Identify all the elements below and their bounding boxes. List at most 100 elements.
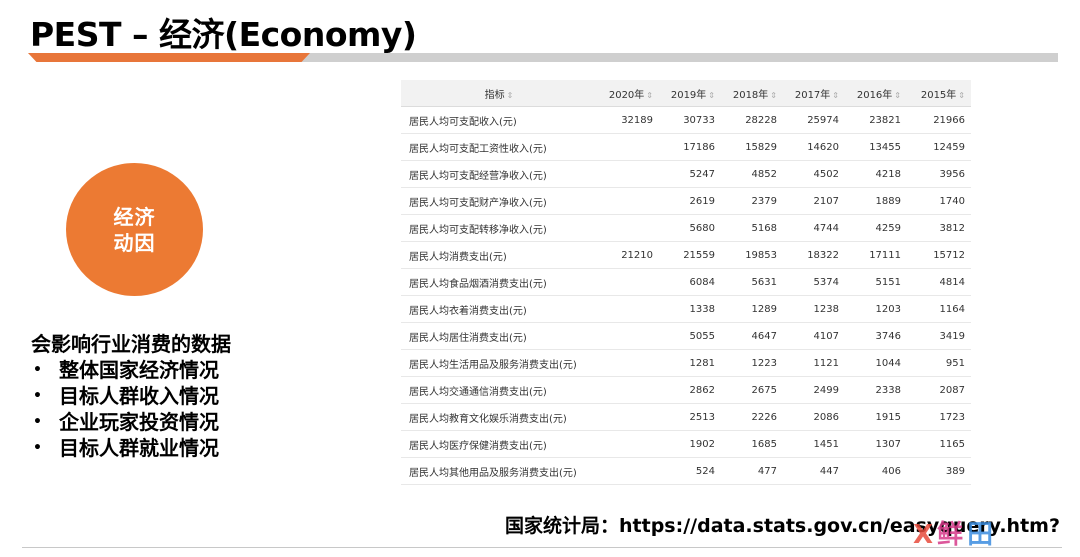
- row-value: 17111: [845, 241, 907, 269]
- row-value: 3956: [907, 160, 971, 188]
- row-value: 21966: [907, 106, 971, 134]
- bullet-icon: •: [33, 388, 42, 404]
- row-value: 5631: [721, 268, 783, 296]
- row-indicator: 居民人均食品烟酒消费支出(元): [401, 268, 597, 296]
- row-value: 4744: [783, 214, 845, 242]
- logo-text-1: 鲜: [937, 520, 964, 550]
- row-value: 12459: [907, 133, 971, 161]
- row-indicator: 居民人均交通通信消费支出(元): [401, 376, 597, 404]
- row-indicator: 居民人均教育文化娱乐消费支出(元): [401, 403, 597, 431]
- row-value: [597, 268, 659, 296]
- row-value: 5680: [659, 214, 721, 242]
- row-indicator: 居民人均其他用品及服务消费支出(元): [401, 457, 597, 485]
- point-text: 目标人群就业情况: [59, 436, 219, 460]
- sort-icon: ⇕: [646, 90, 653, 100]
- watermark-logo: X 鲜 田: [913, 518, 1063, 552]
- table-row: 居民人均其他用品及服务消费支出(元) 524 477 447 406 389: [401, 457, 971, 485]
- column-header-2015[interactable]: 2015年 ⇕: [907, 80, 971, 107]
- column-header-2020[interactable]: 2020年 ⇕: [597, 80, 659, 107]
- row-value: 1338: [659, 295, 721, 323]
- row-value: 1238: [783, 295, 845, 323]
- table-row: 居民人均可支配转移净收入(元) 5680 5168 4744 4259 3812: [401, 214, 971, 242]
- table-row: 居民人均医疗保健消费支出(元) 1902 1685 1451 1307 1165: [401, 430, 971, 458]
- row-value: 1740: [907, 187, 971, 215]
- row-value: 21559: [659, 241, 721, 269]
- row-value: 1723: [907, 403, 971, 431]
- row-value: 2513: [659, 403, 721, 431]
- row-value: 30733: [659, 106, 721, 134]
- row-value: 3419: [907, 322, 971, 350]
- row-indicator: 居民人均可支配财产净收入(元): [401, 187, 597, 215]
- row-value: 2226: [721, 403, 783, 431]
- row-indicator: 居民人均居住消费支出(元): [401, 322, 597, 350]
- row-value: 2862: [659, 376, 721, 404]
- table-row: 居民人均食品烟酒消费支出(元) 6084 5631 5374 5151 4814: [401, 268, 971, 296]
- row-value: 1203: [845, 295, 907, 323]
- table-row: 居民人均消费支出(元) 21210 21559 19853 18322 17111 1571…: [401, 241, 971, 269]
- row-value: 3812: [907, 214, 971, 242]
- sort-icon: ⇕: [832, 90, 839, 100]
- row-value: 6084: [659, 268, 721, 296]
- sort-icon: ⇕: [708, 90, 715, 100]
- row-value: 4259: [845, 214, 907, 242]
- table-header: 指标 ⇕ 2020年 ⇕ 2019年 ⇕ 2018年 ⇕ 2017年 ⇕ 2016年 ⇕ 2…: [401, 80, 971, 107]
- table-row: 居民人均居住消费支出(元) 5055 4647 4107 3746 3419: [401, 322, 971, 350]
- row-indicator: 居民人均可支配经营净收入(元): [401, 160, 597, 188]
- row-value: 4814: [907, 268, 971, 296]
- row-value: 5055: [659, 322, 721, 350]
- row-value: 1307: [845, 430, 907, 458]
- row-value: [597, 295, 659, 323]
- row-value: 1915: [845, 403, 907, 431]
- column-header-2018[interactable]: 2018年 ⇕: [721, 80, 783, 107]
- row-value: [597, 349, 659, 377]
- point-item: • 目标人群就业情况: [31, 435, 361, 461]
- logo-mark: X: [913, 520, 934, 550]
- row-value: [597, 376, 659, 404]
- footer-divider: [22, 547, 1062, 548]
- row-value: 1451: [783, 430, 845, 458]
- row-indicator: 居民人均医疗保健消费支出(元): [401, 430, 597, 458]
- row-value: 2086: [783, 403, 845, 431]
- point-text: 目标人群收入情况: [59, 384, 219, 408]
- column-header-2016[interactable]: 2016年 ⇕: [845, 80, 907, 107]
- row-value: [597, 457, 659, 485]
- point-text: 企业玩家投资情况: [59, 410, 219, 434]
- economy-data-table: 指标 ⇕ 2020年 ⇕ 2019年 ⇕ 2018年 ⇕ 2017年 ⇕ 2016年 ⇕ 2…: [401, 80, 971, 485]
- table-row: 居民人均可支配工资性收入(元) 17186 15829 14620 13455 12459: [401, 133, 971, 161]
- sort-icon: ⇕: [958, 90, 965, 100]
- source-label: 国家统计局：: [505, 515, 620, 537]
- column-header-indicator[interactable]: 指标 ⇕: [401, 80, 597, 107]
- header-row: 指标 ⇕ 2020年 ⇕ 2019年 ⇕ 2018年 ⇕ 2017年 ⇕ 2016年 ⇕ 2…: [401, 80, 971, 107]
- row-value: 23821: [845, 106, 907, 134]
- row-value: 5374: [783, 268, 845, 296]
- table-row: 居民人均可支配收入(元) 32189 30733 28228 25974 23821 219…: [401, 106, 971, 134]
- row-value: 4647: [721, 322, 783, 350]
- row-value: [597, 133, 659, 161]
- row-value: 1044: [845, 349, 907, 377]
- row-value: 18322: [783, 241, 845, 269]
- table-row: 居民人均可支配经营净收入(元) 5247 4852 4502 4218 3956: [401, 160, 971, 188]
- logo-text-2: 田: [967, 520, 994, 550]
- row-value: 5168: [721, 214, 783, 242]
- row-indicator: 居民人均可支配收入(元): [401, 106, 597, 134]
- row-value: 19853: [721, 241, 783, 269]
- row-value: 4107: [783, 322, 845, 350]
- row-value: 3746: [845, 322, 907, 350]
- points-heading: 会影响行业消费的数据: [31, 332, 231, 356]
- row-value: 447: [783, 457, 845, 485]
- row-value: 13455: [845, 133, 907, 161]
- row-value: 15829: [721, 133, 783, 161]
- row-value: [597, 322, 659, 350]
- key-points: 会影响行业消费的数据 • 整体国家经济情况 • 目标人群收入情况 • 企业玩家投资情况…: [31, 331, 361, 461]
- bullet-icon: •: [33, 414, 42, 430]
- row-value: 477: [721, 457, 783, 485]
- row-value: 1902: [659, 430, 721, 458]
- row-value: 32189: [597, 106, 659, 134]
- column-header-2017[interactable]: 2017年 ⇕: [783, 80, 845, 107]
- column-header-2019[interactable]: 2019年 ⇕: [659, 80, 721, 107]
- row-value: 14620: [783, 133, 845, 161]
- point-item: • 整体国家经济情况: [31, 357, 361, 383]
- row-value: 25974: [783, 106, 845, 134]
- row-value: [597, 403, 659, 431]
- row-indicator: 居民人均生活用品及服务消费支出(元): [401, 349, 597, 377]
